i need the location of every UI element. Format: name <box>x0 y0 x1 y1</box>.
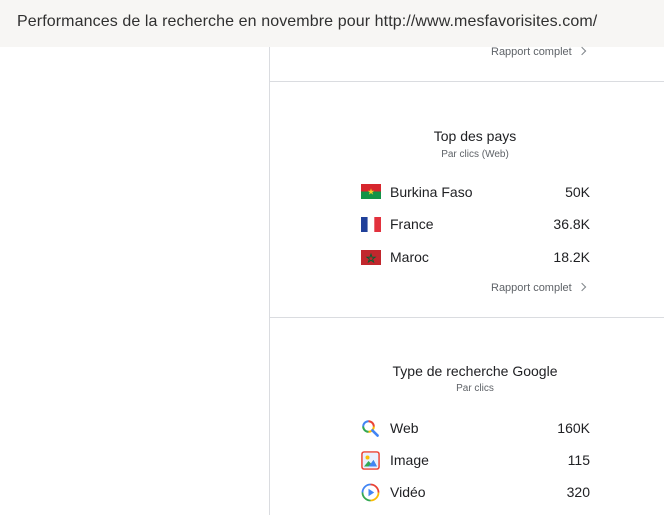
video-icon <box>361 483 380 507</box>
full-report-link-countries[interactable]: Rapport complet <box>491 282 586 294</box>
full-report-label: Rapport complet <box>491 46 572 58</box>
country-label: Burkina Faso <box>390 184 473 200</box>
left-pane <box>0 47 269 515</box>
search-type-label: Image <box>390 452 429 468</box>
full-report-label: Rapport complet <box>491 282 572 294</box>
image-icon <box>361 451 380 475</box>
countries-card-subtitle: Par clics (Web) <box>441 149 509 160</box>
country-label: Maroc <box>390 249 429 265</box>
morocco-flag-icon <box>361 250 381 270</box>
header-bar: Performances de la recherche en novembre… <box>0 0 664 47</box>
chevron-right-icon <box>577 282 586 292</box>
search-type-label: Web <box>390 420 419 436</box>
chevron-right-icon <box>577 46 586 56</box>
burkina-faso-flag-icon <box>361 184 381 204</box>
card-divider <box>270 81 664 82</box>
country-clicks: 18.2K <box>553 249 590 265</box>
page-title: Performances de la recherche en novembre… <box>17 13 598 30</box>
search-type-clicks: 160K <box>557 420 590 436</box>
search-type-clicks: 115 <box>567 452 590 468</box>
search-type-label: Vidéo <box>390 484 426 500</box>
right-pane <box>270 47 664 515</box>
search-type-card-title: Type de recherche Google <box>392 363 558 379</box>
country-clicks: 50K <box>565 184 590 200</box>
card-divider <box>270 317 664 318</box>
full-report-link-top[interactable]: Rapport complet <box>491 46 586 58</box>
search-type-card-subtitle: Par clics <box>456 383 494 394</box>
country-clicks: 36.8K <box>553 216 590 232</box>
search-type-clicks: 320 <box>566 484 590 500</box>
countries-card-title: Top des pays <box>433 128 517 144</box>
france-flag-icon <box>361 217 381 237</box>
search-icon <box>361 419 380 443</box>
country-label: France <box>390 216 434 232</box>
